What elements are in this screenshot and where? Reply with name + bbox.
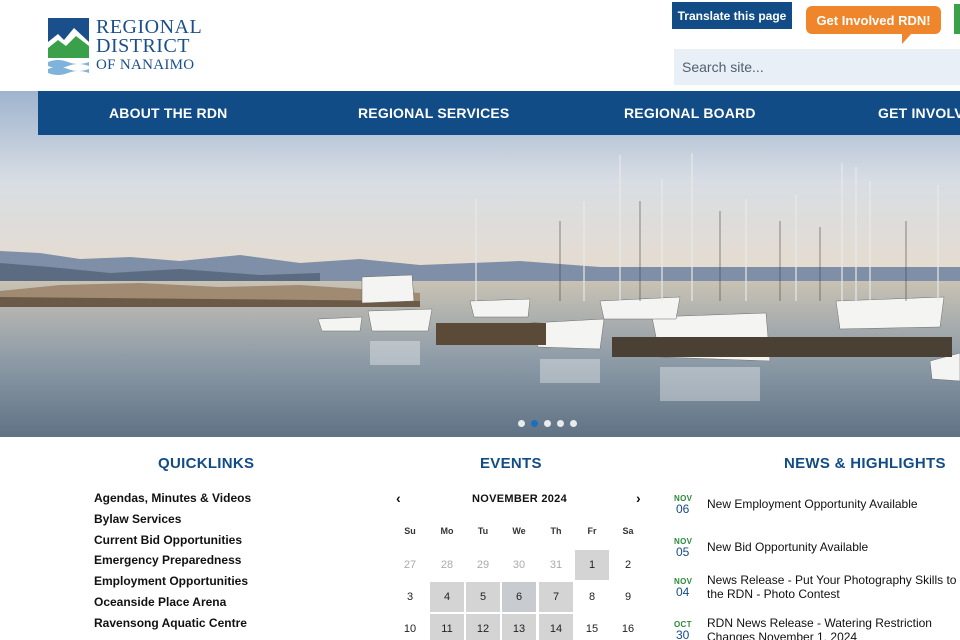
nav-item-about[interactable]: ABOUT THE RDN: [109, 91, 227, 135]
calendar-header: ‹ NOVEMBER 2024 ›: [392, 490, 652, 510]
news-headline-link[interactable]: News Release - Put Your Photography Skil…: [707, 573, 960, 601]
calendar-day[interactable]: 2: [611, 550, 645, 580]
site-header: REGIONAL DISTRICT OF NANAIMO Translate t…: [0, 0, 960, 91]
carousel-dot[interactable]: [570, 420, 577, 427]
calendar-day-event[interactable]: 4: [430, 582, 464, 612]
hero-carousel-image: [0, 91, 960, 437]
quicklink-item[interactable]: Emergency Preparedness: [94, 552, 251, 573]
quicklink-item[interactable]: Employment Opportunities: [94, 573, 251, 594]
calendar-month-label: NOVEMBER 2024: [472, 493, 567, 505]
news-date-day: 30: [676, 628, 690, 640]
calendar-weekday-label: We: [512, 526, 526, 536]
nav-item-regional-board[interactable]: REGIONAL BOARD: [624, 91, 756, 135]
calendar-weekday-label: Mo: [440, 526, 454, 536]
main-navigation: ABOUT THE RDN REGIONAL SERVICES REGIONAL…: [38, 91, 960, 135]
nav-item-get-involved[interactable]: GET INVOLVE: [878, 91, 960, 135]
calendar-day[interactable]: 28: [430, 550, 464, 580]
calendar-weekday-label: Fr: [587, 526, 597, 536]
calendar-day-event[interactable]: 5: [466, 582, 500, 612]
mountain-logo-icon: [48, 18, 89, 75]
logo-line-2: DISTRICT: [96, 35, 190, 57]
news-date-day: 06: [676, 502, 690, 516]
calendar-day-event[interactable]: 14: [539, 614, 573, 640]
news-date-day: 05: [676, 545, 690, 559]
speech-bubble-tail-icon: [902, 33, 912, 44]
calendar-day[interactable]: 16: [611, 614, 645, 640]
news-headline-link[interactable]: New Bid Opportunity Available: [707, 540, 960, 554]
calendar-day-event[interactable]: 1: [575, 550, 609, 580]
calendar-day[interactable]: 15: [575, 614, 609, 640]
calendar-day[interactable]: 30: [502, 550, 536, 580]
calendar-day[interactable]: 29: [466, 550, 500, 580]
calendar-day-event[interactable]: 6: [502, 582, 536, 612]
quicklinks-list: Agendas, Minutes & Videos Bylaw Services…: [94, 490, 251, 636]
calendar-day-event[interactable]: 7: [539, 582, 573, 612]
carousel-dot[interactable]: [518, 420, 525, 427]
calendar-day[interactable]: 8: [575, 582, 609, 612]
quicklinks-title: QUICKLINKS: [158, 455, 255, 472]
calendar-day-event[interactable]: 11: [430, 614, 464, 640]
chevron-left-icon[interactable]: ‹: [396, 490, 401, 506]
chevron-right-icon[interactable]: ›: [636, 490, 641, 506]
calendar-weekday-label: Tu: [477, 526, 489, 536]
quicklink-item[interactable]: Agendas, Minutes & Videos: [94, 490, 251, 511]
search-input[interactable]: Search site...: [674, 49, 960, 85]
news-date-day: 04: [676, 585, 690, 599]
marina-photo: [0, 91, 960, 437]
carousel-dot[interactable]: [557, 420, 564, 427]
quicklink-item[interactable]: Oceanside Place Arena: [94, 594, 251, 615]
nav-item-regional-services[interactable]: REGIONAL SERVICES: [358, 91, 509, 135]
calendar-day[interactable]: 9: [611, 582, 645, 612]
get-involved-button[interactable]: Get Involved RDN!: [806, 6, 941, 34]
carousel-dot[interactable]: [544, 420, 551, 427]
calendar-weekday-label: Sa: [622, 526, 634, 536]
events-title: EVENTS: [480, 455, 542, 472]
rdn-logo[interactable]: REGIONAL DISTRICT OF NANAIMO: [48, 17, 202, 78]
news-headline-link[interactable]: RDN News Release - Watering Restriction …: [707, 616, 960, 640]
calendar-weekday-label: Th: [550, 526, 562, 536]
news-headline-link[interactable]: New Employment Opportunity Available: [707, 497, 960, 511]
calendar-day[interactable]: 31: [539, 550, 573, 580]
quicklink-item[interactable]: Bylaw Services: [94, 511, 251, 532]
calendar-day-event[interactable]: 12: [466, 614, 500, 640]
calendar-day[interactable]: 3: [393, 582, 427, 612]
calendar-day[interactable]: 27: [393, 550, 427, 580]
quicklink-item[interactable]: Ravensong Aquatic Centre: [94, 615, 251, 636]
calendar-day-event[interactable]: 13: [502, 614, 536, 640]
carousel-dot-active[interactable]: [531, 420, 538, 427]
translate-button[interactable]: Translate this page: [672, 2, 792, 29]
quicklink-item[interactable]: Current Bid Opportunities: [94, 532, 251, 553]
news-title: NEWS & HIGHLIGHTS: [784, 455, 946, 472]
green-edge-tab[interactable]: [954, 4, 960, 34]
logo-wordmark: REGIONAL DISTRICT OF NANAIMO: [96, 17, 202, 78]
calendar-day[interactable]: 10: [393, 614, 427, 640]
calendar-weekday-label: Su: [404, 526, 416, 536]
carousel-indicators: [518, 420, 577, 427]
logo-line-3: OF NANAIMO: [96, 57, 195, 73]
